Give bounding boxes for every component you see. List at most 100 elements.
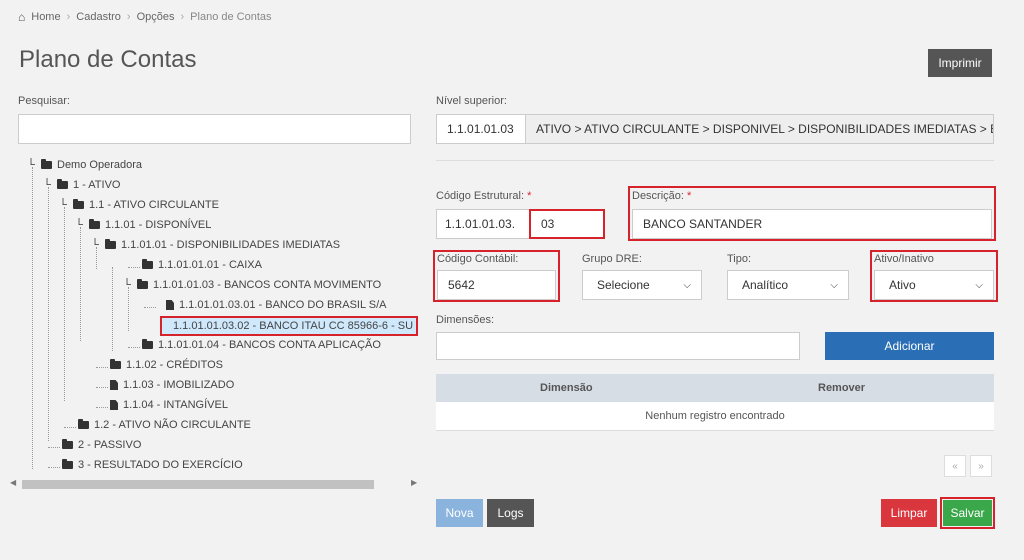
ativo-select[interactable]: Ativo ⌵ [874,270,994,300]
breadcrumb-separator-icon: › [126,11,131,23]
limpar-button[interactable]: Limpar [881,499,937,527]
folder-icon [73,199,84,209]
grupo-dre-label: Grupo DRE: [582,253,642,265]
dimensions-table-header: Dimensão Remover [436,374,994,402]
tree-node[interactable]: └ 1.1.01.01 - DISPONIBILIDADES IMEDIATAS [90,237,340,253]
salvar-button[interactable]: Salvar [943,500,992,526]
search-input[interactable] [18,114,411,144]
breadcrumb-opcoes[interactable]: Opções [137,11,175,23]
logs-button[interactable]: Logs [487,499,534,527]
tree-node-label[interactable]: 1.1.01.01 - DISPONIBILIDADES IMEDIATAS [121,239,340,251]
breadcrumb-separator-icon: › [66,11,71,23]
collapse-icon[interactable]: └ [26,159,36,171]
pager-prev[interactable]: « [944,455,966,477]
tree-node-label[interactable]: 1.1.01.01.03.01 - BANCO DO BRASIL S/A [179,299,386,311]
grupo-dre-select[interactable]: Selecione ⌵ [582,270,702,300]
codigo-contabil-input[interactable]: 5642 [437,270,556,300]
collapse-icon[interactable]: └ [90,239,100,251]
codigo-estrutural-label: Código Estrutural: * [436,190,532,202]
file-icon [166,300,174,310]
tree-node[interactable]: 1.1.04 - INTANGÍVEL [110,397,228,413]
collapse-icon[interactable]: └ [122,279,132,291]
tree-node-selected[interactable]: 1.1.01.01.03.02 - BANCO ITAU CC 85966-6 … [160,316,418,336]
home-icon[interactable]: ⌂ [18,10,25,24]
tree-node[interactable]: 3 - RESULTADO DO EXERCÍCIO [62,457,243,473]
folder-icon [41,159,52,169]
codigo-contabil-label: Código Contábil: [437,253,519,265]
folder-icon [62,439,73,449]
tree-node[interactable]: 1.1.01.01.04 - BANCOS CONTA APLICAÇÃO [142,337,381,353]
table-empty-message: Nenhum registro encontrado [436,402,994,431]
folder-icon [62,459,73,469]
tree-node-label[interactable]: Demo Operadora [57,159,142,171]
tree-node[interactable]: └ Demo Operadora [26,157,142,173]
tree-node[interactable]: └ 1.1 - ATIVO CIRCULANTE [58,197,219,213]
tree-node[interactable]: 1.1.01.01.01 - CAIXA [142,257,262,273]
tree-node-label[interactable]: 1.1.01 - DISPONÍVEL [105,219,211,231]
adicionar-button[interactable]: Adicionar [825,332,994,360]
nivel-superior-path: ATIVO > ATIVO CIRCULANTE > DISPONIVEL > … [525,114,994,144]
scrollbar-thumb[interactable] [22,480,374,489]
breadcrumb-current: Plano de Contas [190,11,272,23]
search-label: Pesquisar: [18,95,70,107]
scroll-left-icon[interactable]: ◀ [10,478,16,487]
file-icon [110,400,118,410]
nivel-superior-code: 1.1.01.01.03 [436,114,526,144]
column-remover: Remover [818,382,866,394]
folder-icon [137,279,148,289]
tree-node-label[interactable]: 1.1.01.01.01 - CAIXA [158,259,262,271]
tree-node-label[interactable]: 1.1.03 - IMOBILIZADO [123,379,234,391]
tree-node[interactable]: 1.2 - ATIVO NÃO CIRCULANTE [78,417,251,433]
tree-node-label[interactable]: 1.1.02 - CRÉDITOS [126,359,223,371]
nivel-superior-label: Nível superior: [436,95,507,107]
tree-node[interactable]: └ 1 - ATIVO [42,177,120,193]
folder-icon [89,219,100,229]
breadcrumb-home[interactable]: Home [31,11,60,23]
descricao-input[interactable]: BANCO SANTANDER [632,209,992,239]
tree-node[interactable]: 2 - PASSIVO [62,437,141,453]
column-dimensao: Dimensão [540,382,593,394]
divider [436,160,994,161]
chevron-down-icon: ⌵ [683,279,691,291]
ativo-label: Ativo/Inativo [874,253,934,265]
breadcrumb-separator-icon: › [180,11,185,23]
folder-icon [142,259,153,269]
tree-node-label[interactable]: 1.1.01.01.03 - BANCOS CONTA MOVIMENTO [153,279,381,291]
tree-node-label[interactable]: 1.1 - ATIVO CIRCULANTE [89,199,219,211]
tree-node-label[interactable]: 1 - ATIVO [73,179,120,191]
tree-node[interactable]: 1.1.02 - CRÉDITOS [110,357,223,373]
folder-icon [78,419,89,429]
tree-node-label[interactable]: 2 - PASSIVO [78,439,141,451]
tree-scrollbar[interactable]: ◀ ▶ [10,478,420,492]
tipo-select[interactable]: Analítico ⌵ [727,270,849,300]
pager-next[interactable]: » [970,455,992,477]
tree-node[interactable]: 1.1.01.01.03.01 - BANCO DO BRASIL S/A [166,297,386,313]
nova-button[interactable]: Nova [436,499,483,527]
dimensoes-label: Dimensões: [436,314,495,326]
dimensoes-input[interactable] [436,332,800,360]
chevron-down-icon: ⌵ [830,279,838,291]
collapse-icon[interactable]: └ [58,199,68,211]
collapse-icon[interactable]: └ [42,179,52,191]
tree-node-label[interactable]: 3 - RESULTADO DO EXERCÍCIO [78,459,243,471]
folder-icon [105,239,116,249]
folder-icon [57,179,68,189]
breadcrumb-cadastro[interactable]: Cadastro [76,11,121,23]
print-button[interactable]: Imprimir [928,49,992,77]
tree-node-label[interactable]: 1.2 - ATIVO NÃO CIRCULANTE [94,419,251,431]
tree-node-label[interactable]: 1.1.01.01.04 - BANCOS CONTA APLICAÇÃO [158,339,381,351]
codigo-estrutural-input[interactable]: 03 [529,209,605,239]
tree-node-label[interactable]: 1.1.01.01.03.02 - BANCO ITAU CC 85966-6 … [173,320,413,332]
account-tree: └ Demo Operadora └ 1 - ATIVO └ 1.1 - ATI… [18,155,418,475]
tree-node[interactable]: └ 1.1.01.01.03 - BANCOS CONTA MOVIMENTO [122,277,381,293]
chevron-down-icon: ⌵ [975,279,983,291]
scroll-right-icon[interactable]: ▶ [411,478,417,487]
tree-node[interactable]: 1.1.03 - IMOBILIZADO [110,377,234,393]
tree-node[interactable]: └ 1.1.01 - DISPONÍVEL [74,217,211,233]
breadcrumb: ⌂ Home › Cadastro › Opções › Plano de Co… [18,10,272,24]
tipo-label: Tipo: [727,253,752,265]
file-icon [110,380,118,390]
tree-node-label[interactable]: 1.1.04 - INTANGÍVEL [123,399,228,411]
codigo-estrutural-prefix: 1.1.01.01.03. [436,209,530,239]
collapse-icon[interactable]: └ [74,219,84,231]
